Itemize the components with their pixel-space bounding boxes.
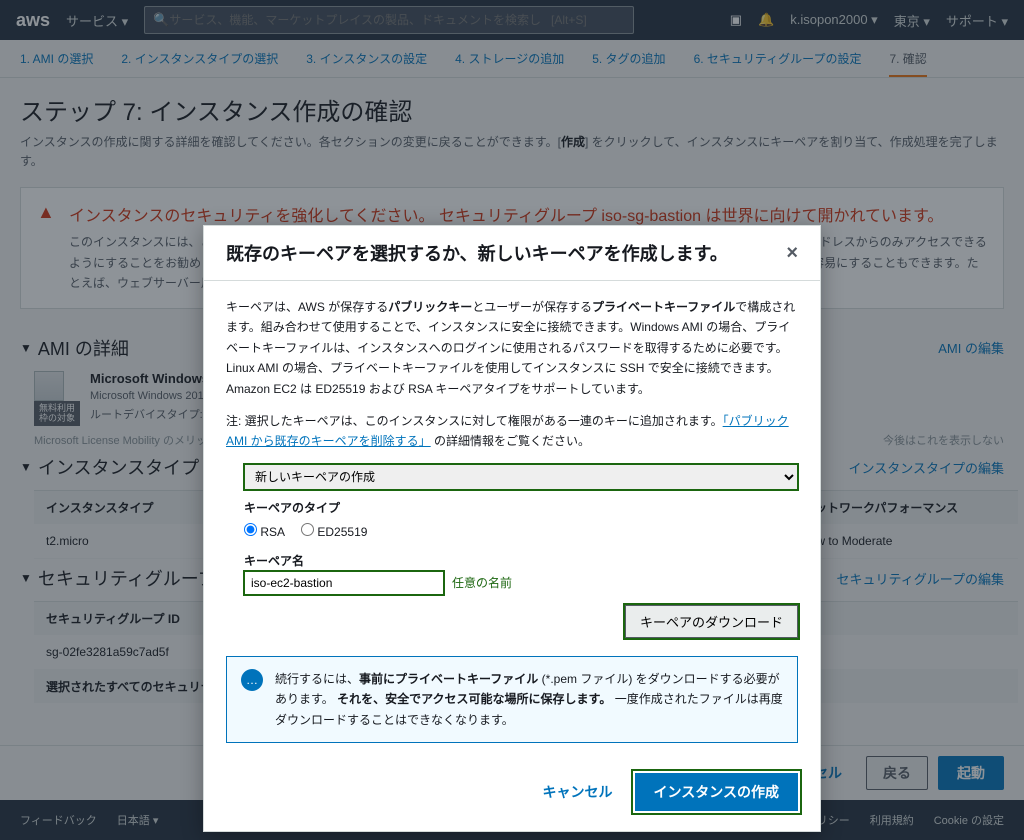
keypair-modal: 既存のキーペアを選択するか、新しいキーペアを作成します。 × キーペアは、AWS…: [203, 225, 821, 832]
radio-ed25519[interactable]: ED25519: [301, 522, 367, 542]
keypair-name-input[interactable]: [244, 571, 444, 595]
radio-rsa[interactable]: RSA: [244, 522, 285, 542]
modal-cancel-button[interactable]: キャンセル: [531, 773, 625, 811]
keypair-select[interactable]: 新しいキーペアの作成: [244, 464, 798, 490]
kp-type-label: キーペアのタイプ: [244, 498, 798, 518]
info-icon: …: [241, 669, 263, 691]
arbitrary-name-hint: 任意の名前: [452, 573, 512, 593]
download-warning: … 続行するには、事前にプライベートキーファイル (*.pem ファイル) をダ…: [226, 656, 798, 743]
modal-launch-button[interactable]: インスタンスの作成: [635, 773, 798, 811]
modal-note: 注: 選択したキーペアは、このインスタンスに対して権限がある一連のキーに追加され…: [226, 411, 798, 452]
kp-name-label: キーペア名: [244, 551, 798, 571]
modal-overlay: 既存のキーペアを選択するか、新しいキーペアを作成します。 × キーペアは、AWS…: [0, 0, 1024, 840]
modal-title: 既存のキーペアを選択するか、新しいキーペアを作成します。: [226, 240, 786, 266]
close-icon[interactable]: ×: [786, 242, 798, 265]
modal-desc: キーペアは、AWS が保存するパブリックキーとユーザーが保存するプライベートキー…: [226, 297, 798, 399]
download-keypair-button[interactable]: キーペアのダウンロード: [625, 605, 798, 638]
